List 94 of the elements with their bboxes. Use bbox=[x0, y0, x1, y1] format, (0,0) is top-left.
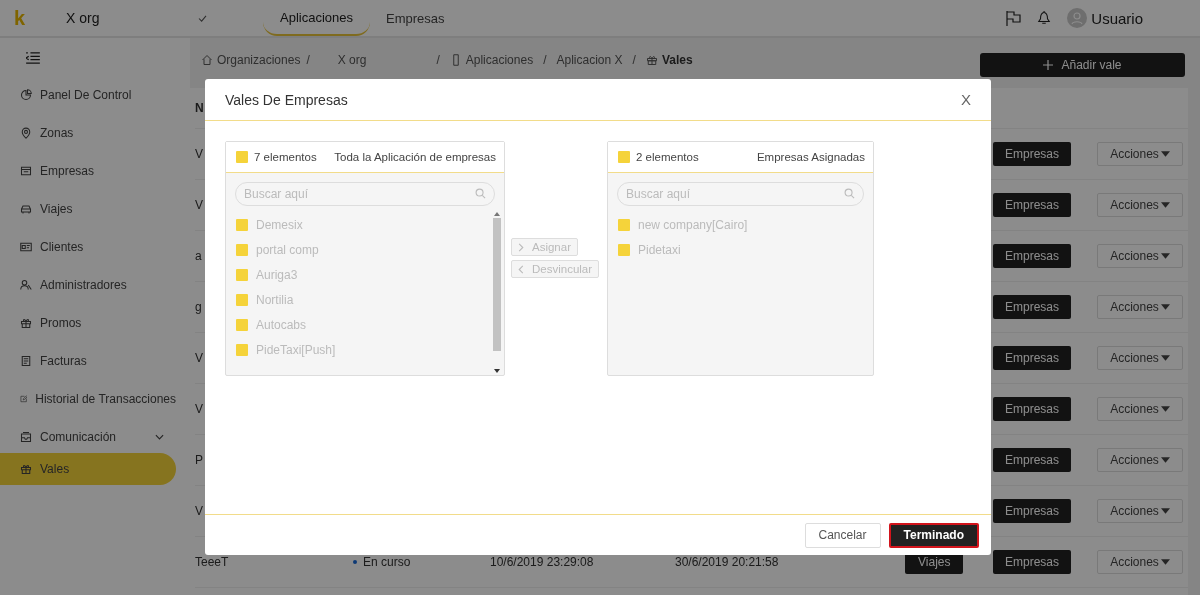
search-icon bbox=[475, 188, 486, 199]
breadcrumb-link[interactable]: X org bbox=[337, 53, 367, 67]
status-dot bbox=[353, 560, 357, 564]
user-name[interactable]: Usuario bbox=[1091, 9, 1143, 27]
breadcrumb-link[interactable]: Aplicaciones bbox=[465, 53, 534, 67]
breadcrumb-link[interactable]: Vales bbox=[661, 53, 693, 67]
companies-button[interactable]: Empresas bbox=[993, 244, 1071, 268]
scrollbar[interactable] bbox=[492, 212, 502, 375]
table-cell: V bbox=[195, 504, 203, 518]
users-icon bbox=[20, 279, 32, 291]
sidebar-item[interactable]: Administradores bbox=[0, 266, 176, 304]
nav-tab[interactable]: Empresas bbox=[370, 0, 461, 36]
breadcrumb-separator: / bbox=[543, 53, 547, 67]
table-cell: V bbox=[195, 351, 203, 365]
window-icon bbox=[20, 165, 32, 177]
actions-dropdown[interactable]: Acciones bbox=[1097, 193, 1183, 217]
panel-title: Toda la Aplicación de empresas bbox=[334, 151, 496, 163]
table-cell: P bbox=[195, 453, 203, 467]
chevron-right-icon bbox=[518, 242, 524, 252]
actions-dropdown[interactable]: Acciones bbox=[1097, 244, 1183, 268]
sidebar-item[interactable]: Vales bbox=[0, 453, 176, 485]
sidebar-item[interactable]: Clientes bbox=[0, 228, 176, 266]
actions-dropdown[interactable]: Acciones bbox=[1097, 295, 1183, 319]
breadcrumb-link[interactable]: Aplicacion X bbox=[556, 53, 623, 67]
actions-dropdown[interactable]: Acciones bbox=[1097, 550, 1183, 574]
sidebar-item[interactable]: Facturas bbox=[0, 342, 176, 380]
actions-dropdown[interactable]: Acciones bbox=[1097, 448, 1183, 472]
gift-icon bbox=[20, 317, 32, 329]
panel-title: Empresas Asignadas bbox=[756, 151, 865, 163]
chevron-left-icon bbox=[518, 264, 524, 274]
sidebar-item[interactable]: Empresas bbox=[0, 152, 176, 190]
sidebar-item[interactable]: Historial de Transacciones bbox=[0, 380, 176, 418]
item-count: 7 elementos bbox=[254, 151, 317, 163]
receipt-icon bbox=[20, 355, 32, 367]
gift-icon bbox=[20, 463, 32, 475]
sidebar-item[interactable]: Viajes bbox=[0, 190, 176, 228]
confirm-button[interactable]: Terminado bbox=[888, 522, 979, 548]
companies-button[interactable]: Empresas bbox=[993, 397, 1071, 421]
scroll-down-arrow-icon[interactable] bbox=[494, 369, 500, 373]
column-header: N bbox=[195, 101, 204, 115]
plus-icon bbox=[1043, 60, 1054, 70]
companies-button[interactable]: Empresas bbox=[993, 142, 1071, 166]
actions-dropdown[interactable]: Acciones bbox=[1097, 499, 1183, 523]
logo: k bbox=[14, 6, 27, 30]
sidebar-item[interactable]: Promos bbox=[0, 304, 176, 342]
table-cell: g bbox=[195, 300, 202, 314]
table-cell: V bbox=[195, 147, 203, 161]
add-voucher-button[interactable]: Añadir vale bbox=[980, 53, 1185, 77]
close-button[interactable]: X bbox=[961, 91, 971, 108]
companies-button[interactable]: Empresas bbox=[993, 550, 1071, 574]
companies-button[interactable]: Empresas bbox=[993, 448, 1071, 472]
companies-button[interactable]: Empresas bbox=[993, 193, 1071, 217]
breadcrumb-link[interactable]: Organizaciones bbox=[217, 53, 301, 67]
actions-dropdown[interactable]: Acciones bbox=[1097, 397, 1183, 421]
table-cell: V bbox=[195, 198, 203, 212]
actions-dropdown[interactable]: Acciones bbox=[1097, 346, 1183, 370]
search-icon bbox=[844, 188, 855, 199]
table-cell: 30/6/2019 20:21:58 bbox=[675, 555, 779, 569]
home-icon bbox=[201, 54, 213, 66]
search-field[interactable]: Buscar aquí bbox=[235, 182, 495, 206]
companies-button[interactable]: Empresas bbox=[993, 295, 1071, 319]
table-cell: V bbox=[195, 402, 203, 416]
table-cell: a bbox=[195, 249, 202, 263]
sidebar-item[interactable]: Panel De Control bbox=[0, 76, 176, 114]
table-cell: TeeeT bbox=[195, 555, 229, 569]
flag-icon[interactable] bbox=[1005, 10, 1022, 26]
cancel-button[interactable]: Cancelar bbox=[804, 522, 881, 548]
gift-icon bbox=[645, 54, 658, 66]
actions-dropdown[interactable]: Acciones bbox=[1097, 142, 1183, 166]
table-cell: 10/6/2019 23:29:08 bbox=[490, 555, 594, 569]
notification-bell-icon[interactable] bbox=[1037, 10, 1052, 26]
location-pin-icon bbox=[20, 127, 32, 139]
nav-tab[interactable]: Aplicaciones bbox=[263, 0, 370, 36]
edit-icon bbox=[20, 393, 28, 405]
dialog-title: Vales De Empresas bbox=[225, 91, 348, 108]
checkbox[interactable] bbox=[618, 151, 630, 163]
breadcrumb-separator: / bbox=[306, 53, 310, 67]
car-icon bbox=[20, 203, 32, 215]
item-count: 2 elementos bbox=[636, 151, 699, 163]
breadcrumb-separator: / bbox=[436, 53, 440, 67]
id-card-icon bbox=[20, 241, 32, 253]
status-text: En curso bbox=[363, 555, 411, 569]
org-name: X org bbox=[66, 10, 101, 26]
breadcrumb-separator: / bbox=[632, 53, 636, 67]
companies-button[interactable]: Empresas bbox=[993, 346, 1071, 370]
pie-chart-icon bbox=[20, 89, 32, 101]
sidebar-item[interactable]: Comunicación bbox=[0, 418, 176, 456]
companies-button[interactable]: Empresas bbox=[993, 499, 1071, 523]
search-field[interactable]: Buscar aquí bbox=[617, 182, 864, 206]
inbox-icon bbox=[20, 431, 32, 443]
sidebar-item[interactable]: Zonas bbox=[0, 114, 176, 152]
checkbox[interactable] bbox=[236, 151, 248, 163]
scroll-up-arrow-icon[interactable] bbox=[494, 212, 500, 216]
menu-fold-icon[interactable] bbox=[26, 52, 40, 64]
